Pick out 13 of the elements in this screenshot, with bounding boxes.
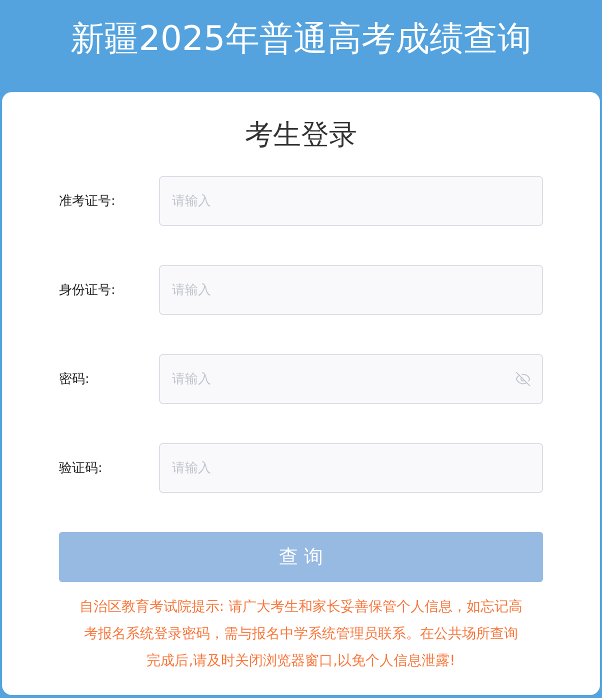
input-field[interactable]: 请输入 bbox=[159, 176, 543, 226]
input-field[interactable]: 请输入 bbox=[159, 265, 543, 315]
login-title: 考生登录 bbox=[245, 117, 357, 153]
password-field[interactable]: 请输入 bbox=[159, 354, 543, 404]
input-field[interactable]: 请输入 bbox=[159, 443, 543, 493]
field-label: 验证码: bbox=[59, 460, 104, 477]
field-label: 身份证号: bbox=[59, 282, 116, 299]
notice-text: 自治区教育考试院提示: 请广大考生和家长妥善保管个人信息，如忘记高考报名系统登录密码，需与报名中学系统管理员联系。在公共场所查询完成后,请及时关闭浏览器窗口,以免个人信息泄露! bbox=[78, 598, 524, 671]
page-title: 新疆2025年普通高考成绩查询 bbox=[70, 18, 532, 61]
eye-off-icon[interactable] bbox=[515, 371, 531, 387]
query-button[interactable]: 查 询 bbox=[59, 532, 543, 582]
field-label: 准考证号: bbox=[59, 193, 116, 210]
field-label: 密码: bbox=[59, 371, 90, 388]
